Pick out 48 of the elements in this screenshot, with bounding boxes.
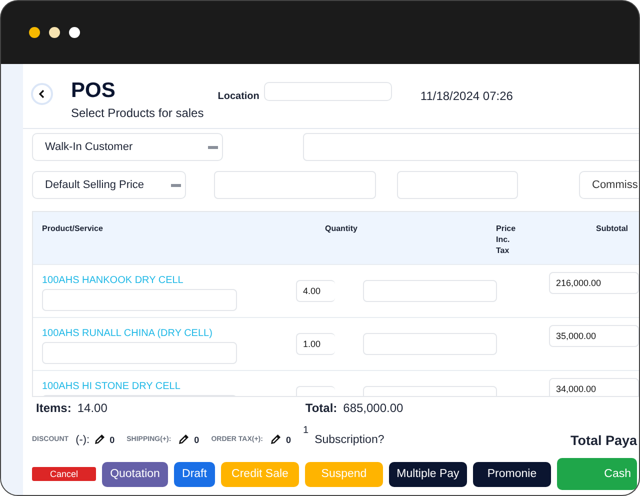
adjustment-value: 0 [110,434,115,444]
input-field[interactable] [397,171,518,199]
action-button[interactable]: Multiple Pay [389,462,467,486]
back-button[interactable] [31,83,53,105]
total-label: Total: [305,401,338,415]
total-payable-label: Total Paya [570,433,637,448]
action-button[interactable]: Promonie [473,462,551,486]
edit-icon[interactable] [178,434,190,445]
commission-field[interactable]: Commiss [579,171,639,199]
input-field[interactable] [214,171,376,199]
edit-icon[interactable] [94,434,105,445]
page-subtitle: Select Products for sales [71,106,204,120]
quantity-field[interactable]: 4.00 [296,280,335,302]
description-field[interactable] [42,342,237,364]
adjustment-value: 0 [194,434,200,444]
items-count: 14.00 [77,401,108,415]
subscription-count: 1 [303,425,309,436]
input-field[interactable] [303,133,639,161]
subscription-label: Subscription? [314,434,384,446]
adjustment-value: 0 [286,434,291,444]
column-header: Subtotal [596,223,628,235]
chevron-left-icon [37,89,47,99]
adjustment-sign: (-): [76,434,90,446]
window-dot[interactable] [69,27,80,38]
price-field[interactable] [363,333,497,355]
window-dot[interactable] [29,27,40,38]
price-group-select[interactable]: Default Selling Price [32,171,186,199]
items-label: Items: [36,401,72,415]
datetime: 11/18/2024 07:26 [420,89,513,103]
price-field[interactable] [363,280,497,302]
location-label: Location [218,91,260,102]
column-header: Price Inc. Tax [496,223,517,257]
quantity-field[interactable]: 1.00 [296,333,335,355]
total-value: 685,000.00 [343,401,404,415]
action-button[interactable]: Quotation [102,462,168,486]
subtotal-field[interactable]: 34,000.00 [549,378,639,396]
column-header: Product/Service [42,223,104,235]
column-header: Quantity [325,223,358,235]
action-button[interactable]: Cancel [32,467,96,481]
window-dot[interactable] [49,27,60,38]
action-button[interactable]: Draft [174,462,215,486]
page-title: POS [71,79,116,103]
subtotal-field[interactable]: 35,000.00 [549,325,639,347]
location-field[interactable] [264,82,392,101]
customer-select[interactable]: Walk-In Customer [32,133,223,161]
subtotal-field[interactable]: 216,000.00 [549,272,639,294]
edit-icon[interactable] [270,434,281,445]
description-field[interactable] [42,289,237,311]
